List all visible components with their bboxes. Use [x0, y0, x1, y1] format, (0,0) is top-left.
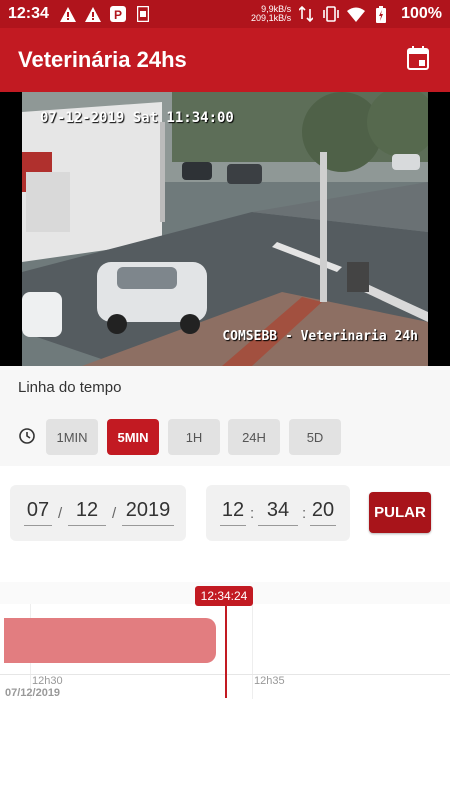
- vibrate-icon: [322, 5, 340, 23]
- network-speed: 9,9kB/s 209,1kB/s: [251, 5, 291, 23]
- range-button-1min[interactable]: 1MIN: [46, 419, 98, 455]
- playhead-time-label: 12:34:24: [195, 586, 253, 606]
- hour-field[interactable]: 12: [220, 499, 246, 526]
- time-picker: 12 : 34 : 20: [206, 485, 350, 541]
- timeline-controls: Linha do tempo 1MIN 5MIN 1H 24H 5D: [0, 366, 450, 466]
- timeline-gridline: [252, 604, 253, 699]
- status-time: 12:34: [8, 5, 49, 22]
- video-camera-name-overlay: COMSEBB - Veterinaria 24h: [222, 329, 418, 344]
- time-separator: :: [250, 505, 255, 522]
- camera-video[interactable]: 07-12-2019 Sat 11:34:00 COMSEBB - Veteri…: [0, 92, 450, 366]
- parking-app-icon: P: [109, 5, 127, 23]
- date-separator: /: [58, 505, 63, 522]
- range-button-5min[interactable]: 5MIN: [107, 419, 159, 455]
- status-bar: 12:34 P 9,9kB/s 209,1kB/s 100%: [0, 0, 450, 28]
- timeline-date-label: 07/12/2019: [5, 687, 61, 699]
- range-button-1h[interactable]: 1H: [168, 419, 220, 455]
- warning-icon: [84, 5, 102, 23]
- warning-icon: [59, 5, 77, 23]
- clock-icon: [19, 428, 35, 449]
- sim-card-icon: [134, 5, 152, 23]
- video-timestamp-overlay: 07-12-2019 Sat 11:34:00: [40, 110, 234, 126]
- date-picker: 07 / 12 / 2019: [10, 485, 186, 541]
- battery-percent: 100%: [401, 5, 442, 22]
- camera-scene-image: [22, 92, 428, 366]
- playhead-cursor[interactable]: [225, 606, 227, 698]
- svg-text:P: P: [114, 8, 122, 22]
- time-separator: :: [302, 505, 307, 522]
- year-field[interactable]: 2019: [122, 499, 174, 526]
- calendar-button[interactable]: [404, 45, 432, 75]
- month-field[interactable]: 12: [68, 499, 106, 526]
- tick-label: 12h35: [254, 675, 285, 687]
- date-separator: /: [112, 505, 117, 522]
- page-title: Veterinária 24hs: [18, 47, 187, 72]
- timeline-chart[interactable]: 12h30 12h35 07/12/2019 12:34:24: [0, 582, 450, 800]
- datetime-row: 07 / 12 / 2019 12 : 34 : 20 PULAR: [0, 466, 450, 582]
- day-field[interactable]: 07: [24, 499, 52, 526]
- app-bar: Veterinária 24hs: [0, 28, 450, 92]
- tick-label: 12h30: [32, 675, 63, 687]
- network-download: 209,1kB/s: [251, 13, 292, 23]
- calendar-icon: [407, 45, 429, 75]
- camera-frame: 07-12-2019 Sat 11:34:00 COMSEBB - Veteri…: [22, 92, 428, 366]
- second-field[interactable]: 20: [310, 499, 336, 526]
- data-transfer-icon: [297, 5, 315, 23]
- battery-icon: [372, 5, 390, 23]
- minute-field[interactable]: 34: [258, 499, 298, 526]
- recording-segment[interactable]: [4, 618, 216, 663]
- timeline-label: Linha do tempo: [18, 379, 122, 396]
- wifi-icon: [347, 5, 366, 23]
- jump-button[interactable]: PULAR: [369, 492, 431, 533]
- range-button-24h[interactable]: 24H: [228, 419, 280, 455]
- range-button-5d[interactable]: 5D: [289, 419, 341, 455]
